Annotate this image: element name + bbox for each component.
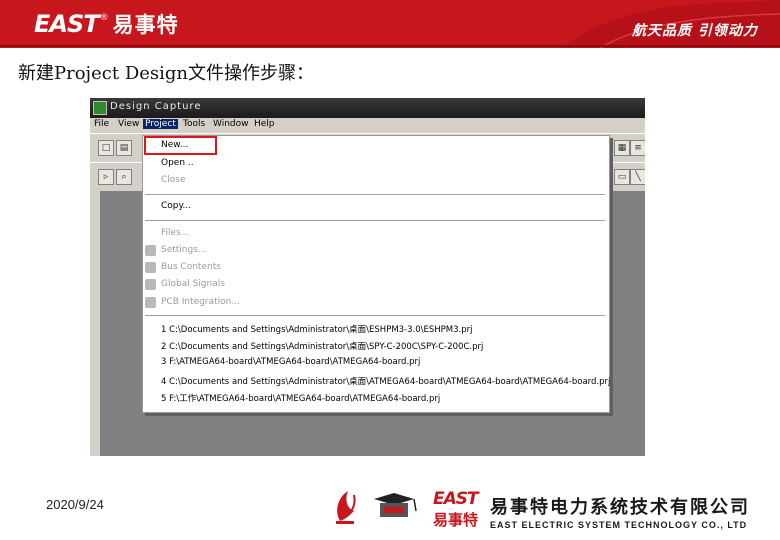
- menu-separator: [145, 194, 605, 196]
- recent-project-2[interactable]: 2 C:\Documents and Settings\Administrato…: [161, 340, 483, 352]
- company-name-en: EAST ELECTRIC SYSTEM TECHNOLOGY CO., LTD: [490, 520, 748, 530]
- menu-item-pcb-integration[interactable]: PCB Integration...: [161, 297, 240, 307]
- menu-help[interactable]: Help: [254, 119, 275, 129]
- slide-date: 2020/9/24: [46, 497, 104, 512]
- binoculars-icon[interactable]: ⌕: [116, 169, 132, 185]
- brand-name-cn: 易事特: [112, 12, 179, 37]
- banner-slogan: 航天品质 引领动力: [632, 23, 758, 39]
- menu-view[interactable]: View: [118, 119, 139, 129]
- company-name-block: 易事特电力系统技术有限公司 EAST ELECTRIC SYSTEM TECHN…: [490, 493, 750, 530]
- open-folder-icon[interactable]: ▤: [116, 140, 132, 156]
- menu-item-close[interactable]: Close: [161, 175, 186, 185]
- menu-separator: [145, 220, 605, 222]
- company-name-cn: 易事特电力系统技术有限公司: [490, 497, 750, 518]
- footer-east-en: EAST: [433, 489, 479, 509]
- window-titlebar: Design Capture: [90, 98, 645, 118]
- select-tool-icon[interactable]: ▹: [98, 169, 114, 185]
- brand-name-en: EAST: [34, 10, 100, 38]
- app-icon: [93, 101, 107, 115]
- grid-icon[interactable]: ▦: [614, 140, 630, 156]
- rectangle-tool-icon[interactable]: ▭: [614, 169, 630, 185]
- menu-item-copy[interactable]: Copy...: [161, 201, 191, 211]
- slide-heading: 新建Project Design文件操作步骤：: [18, 63, 315, 84]
- align-icon[interactable]: ≡: [630, 140, 645, 156]
- design-capture-window: Design Capture File View Project Tools W…: [90, 98, 645, 456]
- footer-east-cn: 易事特: [433, 511, 479, 529]
- aerospace-emblem-icon: [336, 491, 417, 524]
- project-dropdown-menu: New... Open .. Close Copy... Files... Se…: [142, 135, 610, 413]
- menu-bar: File View Project Tools Window Help: [90, 118, 645, 133]
- window-title: Design Capture: [110, 101, 202, 112]
- top-banner: EAST ® 易事特 航天品质 引领动力: [0, 0, 780, 48]
- menu-item-settings[interactable]: Settings...: [161, 245, 207, 255]
- footer-east-logo: EAST 易事特: [433, 489, 479, 530]
- recent-project-4[interactable]: 4 C:\Documents and Settings\Administrato…: [161, 375, 610, 387]
- recent-project-3[interactable]: 3 F:\ATMEGA64-board\ATMEGA64-board\ATMEG…: [161, 357, 420, 367]
- recent-project-1[interactable]: 1 C:\Documents and Settings\Administrato…: [161, 323, 472, 335]
- menu-item-global-signals[interactable]: Global Signals: [161, 279, 225, 289]
- pcb-integration-icon: [145, 297, 156, 308]
- menu-separator: [145, 315, 605, 317]
- registered-mark: ®: [99, 13, 109, 23]
- menu-item-bus-contents[interactable]: Bus Contents: [161, 262, 221, 272]
- menu-project[interactable]: Project: [143, 119, 178, 129]
- menu-item-new[interactable]: New...: [161, 140, 188, 150]
- menu-item-files[interactable]: Files...: [161, 228, 189, 238]
- footer-emblems: [330, 487, 426, 531]
- brand-logo: EAST ® 易事特: [34, 9, 179, 39]
- menu-file[interactable]: File: [94, 119, 109, 129]
- global-signals-icon: [145, 279, 156, 290]
- recent-project-5[interactable]: 5 F:\工作\ATMEGA64-board\ATMEGA64-board\AT…: [161, 392, 440, 404]
- line-tool-icon[interactable]: ╲: [630, 169, 645, 185]
- menu-item-open[interactable]: Open ..: [161, 158, 194, 168]
- bus-contents-icon: [145, 262, 156, 273]
- menu-window[interactable]: Window: [213, 119, 249, 129]
- settings-icon: [145, 245, 156, 256]
- left-panel: [90, 191, 100, 456]
- menu-tools[interactable]: Tools: [183, 119, 205, 129]
- new-file-icon[interactable]: □: [98, 140, 114, 156]
